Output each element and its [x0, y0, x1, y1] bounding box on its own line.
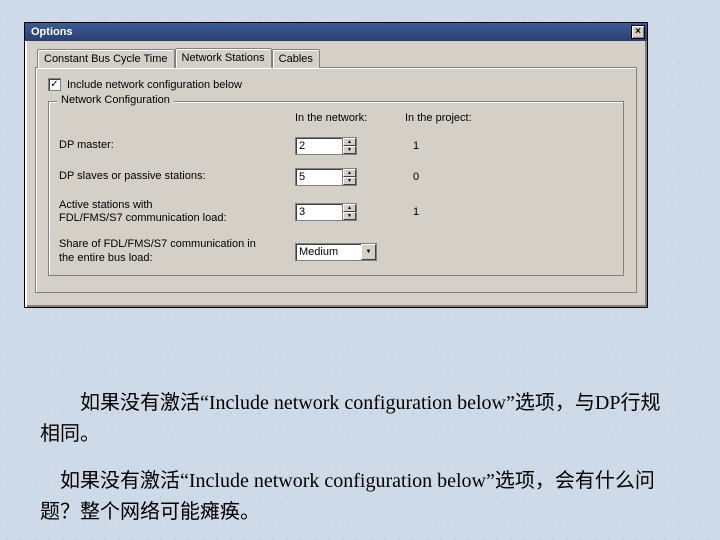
combo-dropdown-button[interactable]: ▼ [361, 244, 376, 260]
chevron-down-icon: ▼ [366, 249, 372, 255]
tab-constant-bus-cycle-time[interactable]: Constant Bus Cycle Time [37, 49, 175, 68]
network-configuration-group: Network Configuration In the network: In… [48, 101, 624, 276]
spin-up-icon[interactable]: ▲ [343, 169, 356, 177]
tab-label: Network Stations [182, 52, 265, 64]
header-in-network: In the network: [295, 112, 405, 124]
tab-cables[interactable]: Cables [272, 49, 320, 68]
label-dp-slaves: DP slaves or passive stations: [59, 170, 295, 183]
spin-buttons[interactable]: ▲ ▼ [342, 169, 356, 185]
spin-down-icon[interactable]: ▼ [343, 212, 356, 220]
options-dialog: Options × Constant Bus Cycle Time Networ… [24, 22, 648, 308]
label-dp-master: DP master: [59, 139, 295, 152]
spin-up-icon[interactable]: ▲ [343, 138, 356, 146]
close-button[interactable]: × [631, 25, 645, 39]
active-stations-project-value: 1 [405, 206, 613, 218]
tabstrip: Constant Bus Cycle Time Network Stations… [37, 47, 637, 67]
titlebar: Options × [25, 23, 647, 41]
caption-paragraph-1: 如果没有激活“Include network configuration bel… [40, 388, 680, 450]
tab-label: Constant Bus Cycle Time [44, 53, 168, 65]
dp-slaves-spinner[interactable]: 5 ▲ ▼ [295, 168, 357, 186]
dp-slaves-project-value: 0 [405, 171, 613, 183]
include-config-checkbox[interactable]: ✓ [48, 78, 61, 91]
spin-down-icon[interactable]: ▼ [343, 177, 356, 185]
spin-down-icon[interactable]: ▼ [343, 146, 356, 154]
active-stations-spinner[interactable]: 3 ▲ ▼ [295, 203, 357, 221]
group-legend: Network Configuration [57, 94, 174, 106]
include-config-row: ✓ Include network configuration below [48, 78, 624, 91]
caption-paragraph-2: 如果没有激活“Include network configuration bel… [40, 466, 680, 528]
dialog-body: Constant Bus Cycle Time Network Stations… [25, 41, 647, 307]
include-config-label: Include network configuration below [67, 79, 242, 91]
tab-panel-network-stations: ✓ Include network configuration below Ne… [35, 67, 637, 293]
share-fdl-combo[interactable]: Medium ▼ [295, 243, 377, 261]
dp-slaves-value: 5 [296, 169, 342, 185]
tab-label: Cables [279, 53, 313, 65]
dp-master-project-value: 1 [405, 140, 613, 152]
spin-buttons[interactable]: ▲ ▼ [342, 138, 356, 154]
close-icon: × [635, 27, 641, 37]
header-in-project: In the project: [405, 112, 613, 124]
check-icon: ✓ [50, 80, 58, 90]
window-title: Options [31, 26, 73, 38]
spin-up-icon[interactable]: ▲ [343, 204, 356, 212]
share-fdl-value: Medium [296, 244, 361, 260]
label-active-stations: Active stations with FDL/FMS/S7 communic… [59, 199, 295, 225]
label-share-fdl: Share of FDL/FMS/S7 communication in the… [59, 238, 295, 264]
spin-buttons[interactable]: ▲ ▼ [342, 204, 356, 220]
tab-network-stations[interactable]: Network Stations [175, 48, 272, 68]
config-grid: In the network: In the project: DP maste… [59, 112, 613, 265]
active-stations-value: 3 [296, 204, 342, 220]
dp-master-spinner[interactable]: 2 ▲ ▼ [295, 137, 357, 155]
dp-master-value: 2 [296, 138, 342, 154]
